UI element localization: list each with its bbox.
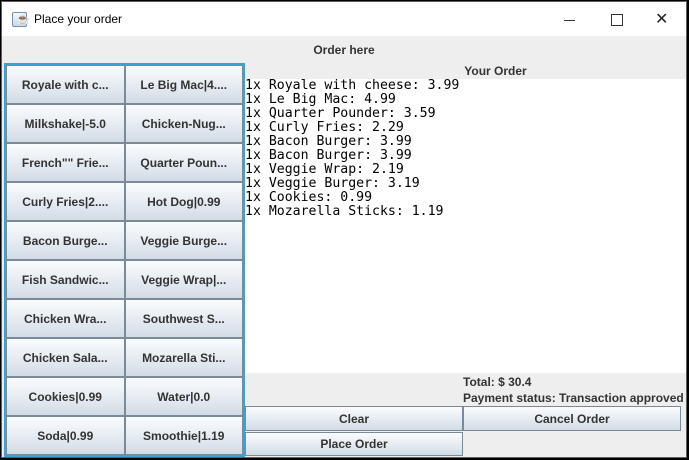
menu-item-button[interactable]: Veggie Burge... (124, 221, 243, 260)
order-line: 1x Mozarella Sticks: 1.19 (245, 204, 444, 219)
cancel-order-button[interactable]: Cancel Order (463, 406, 681, 431)
order-line: 1x Royale with cheese: 3.99 (245, 78, 460, 93)
menu-item-button[interactable]: Chicken-Nug... (124, 104, 243, 143)
menu-item-button[interactable]: Royale with c... (6, 65, 125, 104)
menu-item-button[interactable]: Soda|0.99 (6, 416, 125, 455)
menu-item-button[interactable]: Smoothie|1.19 (124, 416, 243, 455)
title-bar[interactable]: ☕ Place your order ✕ (2, 2, 686, 36)
menu-item-button[interactable]: Mozarella Sti... (124, 338, 243, 377)
your-order-title: Your Order (464, 64, 527, 78)
close-icon[interactable]: ✕ (639, 2, 685, 36)
menu-item-button[interactable]: Cookies|0.99 (6, 377, 125, 416)
place-order-button[interactable]: Place Order (245, 432, 463, 456)
menu-item-button[interactable]: Chicken Sala... (6, 338, 125, 377)
menu-item-button[interactable]: Le Big Mac|4.... (124, 65, 243, 104)
menu-item-button[interactable]: Bacon Burge... (6, 221, 125, 260)
order-line: 1x Cookies: 0.99 (245, 190, 373, 205)
menu-item-button[interactable]: Chicken Wra... (6, 299, 125, 338)
window-title: Place your order (34, 12, 123, 26)
menu-item-button[interactable]: Water|0.0 (124, 377, 243, 416)
clear-button[interactable]: Clear (245, 406, 463, 431)
menu-item-button[interactable]: Hot Dog|0.99 (124, 182, 243, 221)
menu-item-button[interactable]: Fish Sandwic... (6, 260, 125, 299)
order-line: 1x Veggie Burger: 3.19 (245, 176, 420, 191)
order-line: 1x Curly Fries: 2.29 (245, 120, 404, 135)
menu-grid: Royale with c... Le Big Mac|4.... Milksh… (4, 63, 245, 457)
order-list[interactable]: 1x Royale with cheese: 3.99 1x Le Big Ma… (245, 79, 686, 373)
order-line: 1x Veggie Wrap: 2.19 (245, 162, 404, 177)
menu-item-button[interactable]: Milkshake|-5.0 (6, 104, 125, 143)
menu-item-button[interactable]: Southwest S... (124, 299, 243, 338)
order-line: 1x Bacon Burger: 3.99 (245, 148, 412, 163)
minimize-icon[interactable] (547, 2, 593, 36)
menu-item-button[interactable]: French"" Frie... (6, 143, 125, 182)
order-here-label: Order here (313, 43, 375, 57)
java-cup-icon: ☕ (12, 12, 30, 27)
maximize-icon[interactable] (593, 2, 639, 36)
payment-status: Payment status: Transaction approved (463, 391, 684, 405)
order-line: 1x Bacon Burger: 3.99 (245, 134, 412, 149)
order-window: ☕ Place your order ✕ Order here Royale w… (1, 1, 687, 458)
menu-item-button[interactable]: Veggie Wrap|... (124, 260, 243, 299)
order-line: 1x Le Big Mac: 4.99 (245, 92, 396, 107)
order-line: 1x Quarter Pounder: 3.59 (245, 106, 436, 121)
order-total: Total: $ 30.4 (463, 375, 532, 389)
menu-item-button[interactable]: Quarter Poun... (124, 143, 243, 182)
menu-item-button[interactable]: Curly Fries|2.... (6, 182, 125, 221)
